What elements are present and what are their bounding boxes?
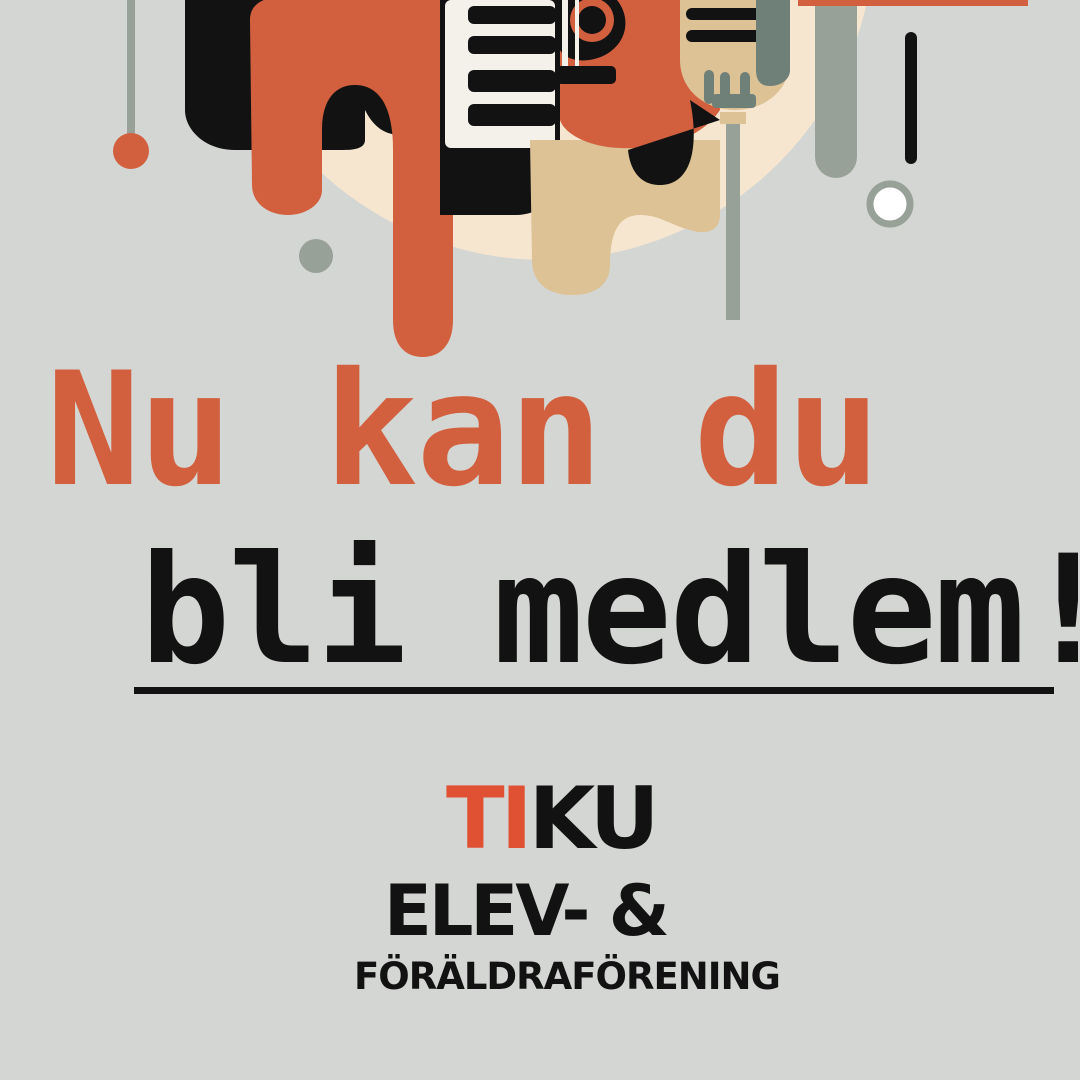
sage-dot: [299, 239, 333, 273]
hanging-line-left: [127, 0, 135, 135]
logo-line-3: FÖRÄLDRAFÖRENING: [354, 955, 781, 998]
ring: [866, 180, 914, 228]
orange-bar-top: [798, 0, 1028, 6]
sage-pill: [815, 0, 857, 178]
music-illustration: [113, 0, 1028, 357]
headline-underline: [134, 687, 1054, 694]
logo-rest: KU: [528, 769, 660, 869]
logo-wordmark: TIKU: [446, 776, 660, 862]
headline-line-2: bli medlem!: [140, 524, 1080, 698]
orange-dot: [113, 133, 149, 169]
logo-highlight: TI: [446, 769, 533, 869]
black-line-right: [905, 32, 917, 164]
tan-drip: [530, 140, 720, 295]
headline-line-1: Nu kan du: [46, 339, 881, 522]
logo-line-2: ELEV- &: [384, 870, 670, 952]
